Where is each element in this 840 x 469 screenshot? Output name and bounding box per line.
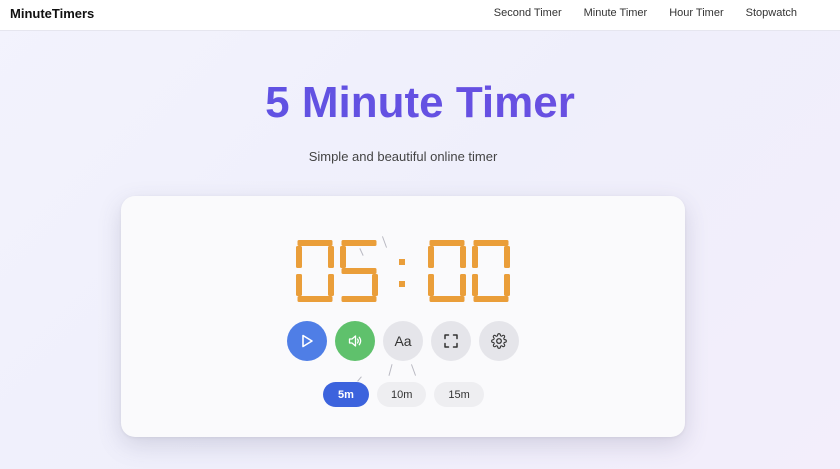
digit-segment xyxy=(504,274,510,296)
decorative-tick xyxy=(388,364,393,376)
nav-link-stopwatch[interactable]: Stopwatch xyxy=(746,7,797,19)
seven-segment-display xyxy=(296,240,510,302)
decorative-tick xyxy=(357,376,362,382)
fullscreen-icon xyxy=(444,334,458,348)
digit-segment xyxy=(460,274,466,296)
speaker-icon xyxy=(348,335,362,347)
digit-segment xyxy=(460,246,466,268)
digit-segment xyxy=(297,240,333,246)
digit-segment xyxy=(472,274,478,296)
digit-segment xyxy=(473,296,509,302)
nav-link-minute-timer[interactable]: Minute Timer xyxy=(584,7,648,19)
decorative-tick xyxy=(410,364,417,376)
font-style-button[interactable]: Aa xyxy=(383,321,423,361)
nav-link-second-timer[interactable]: Second Timer xyxy=(494,7,562,19)
digit-segment xyxy=(473,240,509,246)
digit-segment xyxy=(429,240,465,246)
settings-button[interactable] xyxy=(479,321,519,361)
digit-segment xyxy=(296,246,302,268)
digit-segment xyxy=(428,246,434,268)
timer-controls: Aa xyxy=(287,321,519,361)
digit-segment xyxy=(328,246,334,268)
nav-link-hour-timer[interactable]: Hour Timer xyxy=(669,7,723,19)
page-title: 5 Minute Timer xyxy=(0,78,840,128)
digit-segment xyxy=(296,274,302,296)
preset-5m-button[interactable]: 5m xyxy=(323,382,369,407)
page-subtitle: Simple and beautiful online timer xyxy=(308,149,498,164)
top-navbar: MinuteTimers Second Timer Minute Timer H… xyxy=(0,0,840,31)
timer-display xyxy=(296,236,512,306)
digit-segment xyxy=(472,246,478,268)
digit-segment xyxy=(341,240,377,246)
preset-10m-button[interactable]: 10m xyxy=(377,382,427,407)
digit-segment xyxy=(341,296,377,302)
gear-icon xyxy=(491,333,507,349)
digit-segment xyxy=(297,296,333,302)
colon-dot xyxy=(399,281,405,287)
preset-buttons: 5m 10m 15m xyxy=(323,382,484,407)
digit-segment xyxy=(504,246,510,268)
font-style-label: Aa xyxy=(394,333,412,349)
brand-logo[interactable]: MinuteTimers xyxy=(10,6,94,21)
sound-toggle-button[interactable] xyxy=(335,321,375,361)
digit-segment xyxy=(340,246,346,268)
main-nav: Second Timer Minute Timer Hour Timer Sto… xyxy=(494,7,797,19)
play-icon xyxy=(302,334,313,348)
timer-card: Aa 5m 10m 15m xyxy=(121,196,685,437)
preset-15m-button[interactable]: 15m xyxy=(434,382,484,407)
digit-segment xyxy=(372,274,378,296)
digit-segment xyxy=(429,296,465,302)
fullscreen-button[interactable] xyxy=(431,321,471,361)
digit-segment xyxy=(341,268,377,274)
play-button[interactable] xyxy=(287,321,327,361)
colon-dot xyxy=(399,259,405,265)
digit-segment xyxy=(328,274,334,296)
digit-segment xyxy=(428,274,434,296)
